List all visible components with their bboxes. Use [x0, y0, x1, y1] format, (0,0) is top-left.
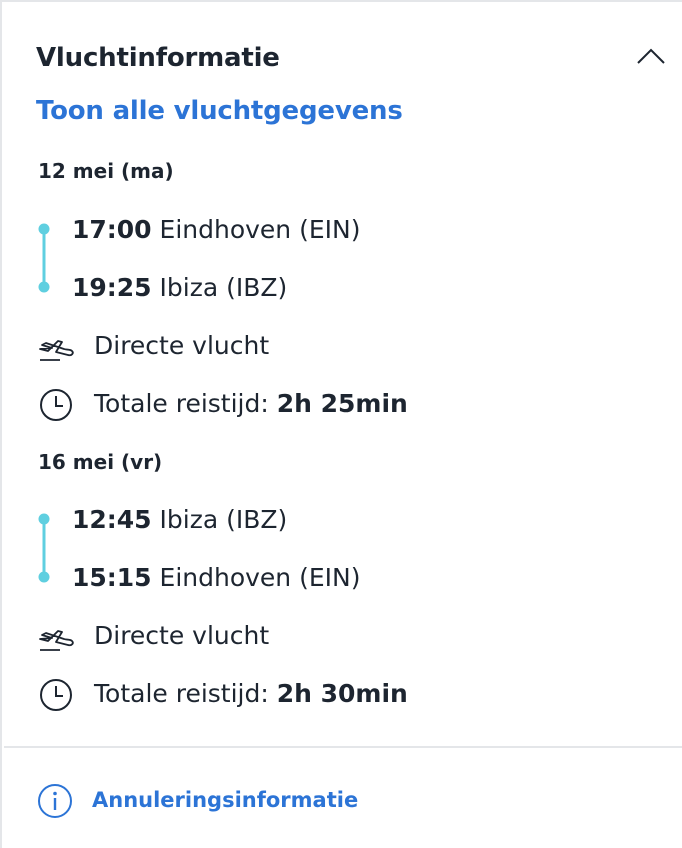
return-arrival: 15:15 Eindhoven (EIN)	[72, 562, 360, 594]
return-duration-row: Totale reistijd: 2h 30min	[36, 675, 636, 715]
duration-value: 2h 30min	[276, 679, 408, 708]
duration-text: Totale reistijd: 2h 25min	[94, 388, 408, 420]
flight-type-label: Directe vlucht	[94, 621, 270, 650]
chevron-up-icon[interactable]	[636, 46, 666, 66]
arrival-place: Ibiza (IBZ)	[159, 273, 288, 302]
info-icon	[38, 784, 72, 818]
arrival-place: Eindhoven (EIN)	[159, 563, 361, 592]
panel-header[interactable]: Vluchtinformatie	[36, 42, 668, 78]
panel-title: Vluchtinformatie	[36, 43, 280, 73]
duration-value: 2h 25min	[276, 389, 408, 418]
outbound-duration-row: Totale reistijd: 2h 25min	[36, 385, 636, 425]
arrival-time: 19:25	[72, 273, 152, 302]
flight-type-label: Directe vlucht	[94, 331, 270, 360]
return-timeline	[38, 513, 50, 583]
return-flight-type-row: Directe vlucht	[36, 617, 636, 657]
plane-icon	[39, 340, 74, 361]
departure-place: Ibiza (IBZ)	[159, 505, 288, 534]
return-departure: 12:45 Ibiza (IBZ)	[72, 504, 287, 536]
flight-info-panel: Vluchtinformatie Toon alle vluchtgegeven…	[0, 0, 682, 848]
outbound-timeline	[38, 223, 50, 293]
return-date: 16 mei (vr)	[38, 450, 163, 474]
departure-place: Eindhoven (EIN)	[159, 215, 361, 244]
departure-time: 17:00	[72, 215, 152, 244]
cancellation-info-link[interactable]: Annuleringsinformatie	[36, 782, 536, 818]
clock-icon	[40, 679, 72, 711]
outbound-flight-type-row: Directe vlucht	[36, 327, 636, 367]
duration-label: Totale reistijd:	[94, 679, 269, 708]
duration-text: Totale reistijd: 2h 30min	[94, 678, 408, 710]
divider	[4, 746, 682, 748]
departure-time: 12:45	[72, 505, 152, 534]
duration-label: Totale reistijd:	[94, 389, 269, 418]
show-all-flight-details-link[interactable]: Toon alle vluchtgegevens	[36, 94, 403, 128]
plane-icon	[39, 630, 74, 651]
clock-icon	[40, 389, 72, 421]
outbound-arrival: 19:25 Ibiza (IBZ)	[72, 272, 287, 304]
outbound-departure: 17:00 Eindhoven (EIN)	[72, 214, 360, 246]
cancellation-info-label[interactable]: Annuleringsinformatie	[92, 786, 358, 814]
arrival-time: 15:15	[72, 563, 152, 592]
outbound-date: 12 mei (ma)	[38, 159, 174, 183]
